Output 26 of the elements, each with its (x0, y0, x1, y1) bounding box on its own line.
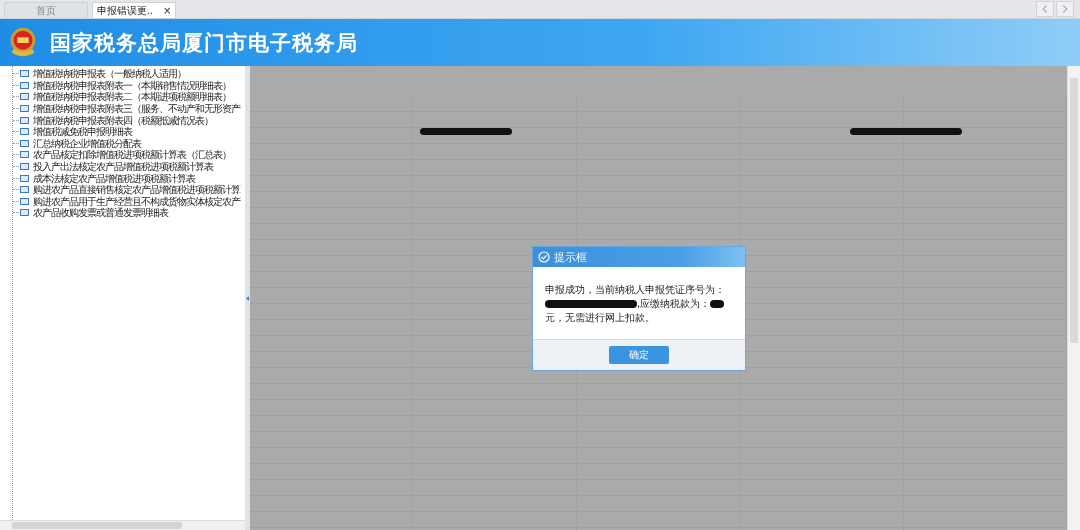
tree-item[interactable]: 购进农产品用于生产经营且不构成货物实体核定农产 (33, 195, 240, 207)
tree-item[interactable]: 增值税纳税申报表附表四（税额抵减情况表） (33, 114, 213, 126)
message-text: 元，无需进行网上扣款。 (545, 312, 655, 323)
tree-item[interactable]: 增值税纳税申报表附表二（本期进项税额明细表） (33, 91, 231, 103)
splitter-handle[interactable] (245, 66, 250, 530)
tree-item[interactable]: 汇总纳税企业增值税分配表 (33, 137, 141, 149)
vertical-scrollbar[interactable] (1067, 66, 1080, 530)
dialog-title: 提示框 (554, 249, 587, 265)
tab[interactable]: 申报错误更.. × (92, 2, 176, 18)
collapse-arrow-icon[interactable] (246, 295, 249, 301)
check-icon (538, 251, 550, 263)
tree-item[interactable]: 农产品收购发票或普通发票明细表 (33, 207, 168, 219)
site-title: 国家税务总局厦门市电子税务局 (50, 29, 358, 57)
redaction-mark (710, 300, 725, 308)
close-icon[interactable]: × (163, 5, 172, 16)
tree-item[interactable]: 增值税纳税申报表附表一（本期销售情况明细表） (33, 79, 231, 91)
tree-item[interactable]: 增值税纳税申报表（一般纳税人适用） (33, 68, 186, 80)
tree-item[interactable]: 投入产出法核定农产品增值税进项税额计算表 (33, 161, 213, 173)
horizontal-scrollbar[interactable] (0, 520, 245, 530)
tree-item[interactable]: 增值税纳税申报表附表三（服务、不动产和无形资产 (33, 103, 240, 115)
message-text: ,应缴纳税款为： (637, 298, 711, 309)
tree-item[interactable]: 增值税减免税申报明细表 (33, 126, 132, 138)
tree-item[interactable]: 农产品核定扣除增值税进项税额计算表（汇总表） (33, 149, 231, 161)
message-text: 申报成功，当前纳税人申报凭证序号为： (545, 284, 725, 295)
tree-item[interactable]: 购进农产品直接销售核定农产品增值税进项税额计算 (33, 184, 240, 196)
tree-item[interactable]: 成本法核定农产品增值税进项税额计算表 (33, 172, 195, 184)
